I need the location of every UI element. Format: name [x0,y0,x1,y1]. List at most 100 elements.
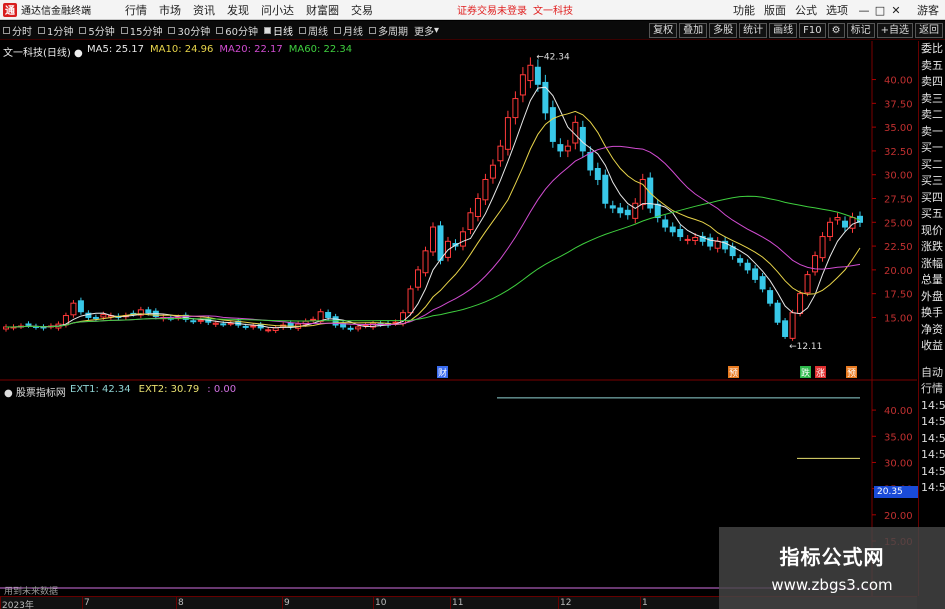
candle-body [534,66,541,85]
candle-body [355,326,362,330]
candle-body [220,323,227,326]
time-label: 10 [375,598,387,608]
candle-body [407,288,414,314]
period-tab-multi[interactable]: 多周期 [368,23,408,38]
draw-line-button[interactable]: 画线 [769,23,798,38]
menu-item-quotes[interactable]: 行情 [125,2,147,18]
candle-body [692,237,699,242]
period-label: 分时 [12,26,32,38]
period-tab-1min[interactable]: 1分钟 [38,23,73,38]
menu-item-market[interactable]: 市场 [159,2,181,18]
menu-item-news[interactable]: 资讯 [193,2,215,18]
candle-body [190,320,197,323]
stock-title: 文一科技(日线) ● [3,44,83,59]
period-tab-60min[interactable]: 60分钟 [216,23,258,38]
ma-legend: MA5: 25.17 MA10: 24.96 MA20: 22.17 MA60:… [87,44,352,55]
dropdown-icon[interactable]: ● [74,48,83,59]
menu-item-formula[interactable]: 公式 [795,2,817,18]
menu-item-discover[interactable]: 发现 [227,2,249,18]
candle-body [70,302,77,316]
sidebar-mode-label[interactable]: 自动 [919,365,945,382]
maximize-icon[interactable]: □ [873,4,887,17]
sidebar-label: 买二 [921,157,943,171]
tick-time: 14:56 [921,415,945,428]
candle-body [197,319,204,322]
sidebar-mode-label[interactable]: 行情 [919,381,945,398]
candle-body [564,145,571,152]
candle-body [242,325,249,328]
menu-item-community[interactable]: 财富圈 [306,2,339,18]
sidebar-label: 卖五 [921,58,943,72]
ma60-label: MA60: 22.34 [288,44,353,55]
ext1-label: EXT1: 42.34 [70,384,131,395]
menu-item-layout[interactable]: 版面 [764,2,786,18]
period-tab-15min[interactable]: 15分钟 [120,23,162,38]
back-button[interactable]: 返回 [915,23,943,38]
checkbox-icon [333,26,341,34]
candle-body [482,178,489,201]
price-axis-label: 20.00 [884,266,913,277]
candle-body [430,226,436,253]
period-tab-30min[interactable]: 30分钟 [168,23,210,38]
minimize-icon[interactable]: — [857,4,871,17]
candle-body [519,74,526,96]
time-tick [558,597,559,609]
candle-body [92,316,99,319]
adjust-button[interactable]: 复权 [649,23,678,38]
candle-body [759,276,766,290]
guest-label[interactable]: 游客 [917,2,939,18]
overlay-button[interactable]: 叠加 [679,23,708,38]
candle-body [767,290,774,304]
dropdown-icon[interactable]: ● [4,388,13,399]
menu-item-trade[interactable]: 交易 [351,2,373,18]
candle-body [662,219,669,228]
period-tab-more[interactable]: 更多 ▾ [414,23,439,38]
sidebar-label: 卖三 [921,91,943,105]
indicator-legend: EXT1: 42.34 EXT2: 30.79 : 0.00 [70,384,236,395]
kline-chart[interactable]: 40.00 37.50 35.00 32.50 30.00 27.50 25.00 22.50… [0,41,917,381]
period-bar: 分时 1分钟 5分钟 15分钟 30分钟 60分钟 日线 周线 月线 多周期 更… [0,21,945,40]
menu-bar: 通 通达信金融终端 行情 市场 资讯 发现 问小达 财富圈 交易 证券交易未登录… [0,0,945,20]
period-tab-5min[interactable]: 5分钟 [79,23,115,38]
period-tab-weekly[interactable]: 周线 [298,23,328,38]
menu-item-assistant[interactable]: 问小达 [261,2,294,18]
time-tick [640,597,641,609]
gear-icon[interactable]: ⚙ [827,23,845,38]
tick-time: 14:56 [921,481,945,494]
tick-time: 14:56 [921,398,945,412]
indicator-axis-label: 40.00 [884,406,913,417]
mark-button[interactable]: 标记 [846,23,875,38]
candle-body [774,302,781,323]
period-tab-timeshare[interactable]: 分时 [3,23,32,38]
current-stock-name: 文一科技 [533,6,573,17]
close-icon[interactable]: ✕ [889,4,903,17]
candle-body [100,314,107,318]
candle-body [549,107,556,142]
candle-body [632,202,639,219]
statistics-button[interactable]: 统计 [739,23,768,38]
candle-body [557,144,564,152]
sidebar-label: 换手 [921,306,943,319]
period-tab-monthly[interactable]: 月线 [333,23,363,38]
time-tick [373,597,374,609]
candle-body [677,229,684,238]
sidebar-label: 外盘 [921,289,943,303]
period-tab-daily[interactable]: 日线 [263,23,293,38]
period-label: 周线 [307,26,328,38]
event-marker-label: 财 [438,367,447,379]
sidebar-label: 买五 [921,207,943,220]
period-label: 5分钟 [88,26,115,38]
candle-body [415,269,422,288]
f10-button[interactable]: F10 [799,23,826,38]
candle-body [737,258,744,263]
menu-item-function[interactable]: 功能 [733,2,755,18]
menu-item-options[interactable]: 选项 [826,2,848,18]
candle-body [25,323,32,326]
broker-status[interactable]: 证券交易未登录 [457,2,527,17]
multi-stock-button[interactable]: 多股 [709,23,738,38]
candle-body [782,320,789,337]
checkbox-icon [168,26,176,34]
price-axis-label: 15.00 [884,313,913,324]
price-axis-label: 27.50 [884,195,913,206]
add-watchlist-button[interactable]: +自选 [876,23,913,38]
